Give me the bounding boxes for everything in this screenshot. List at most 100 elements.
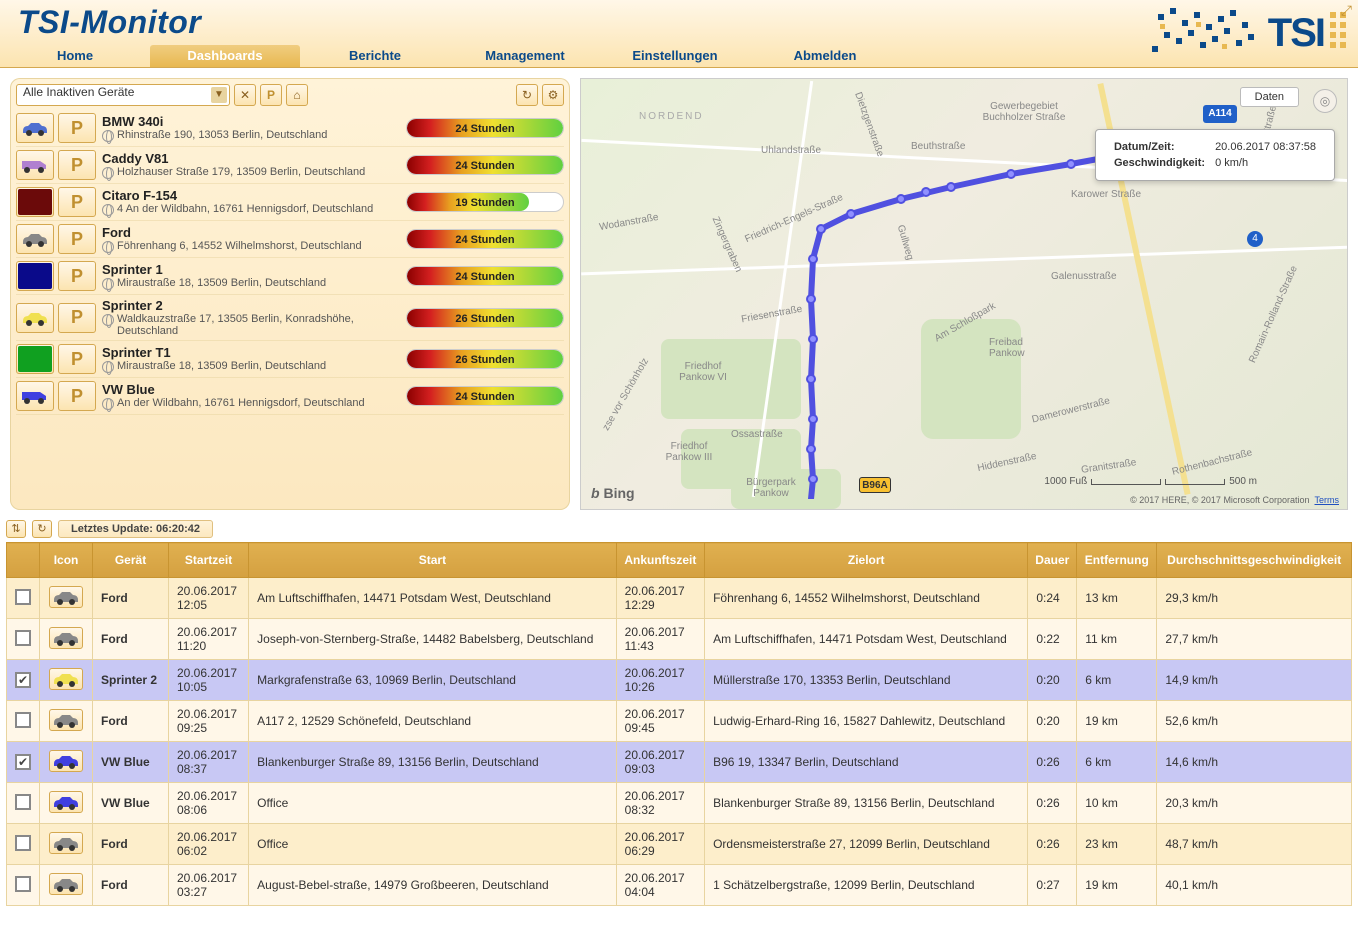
cell-start: Joseph-von-Sternberg-Straße, 14482 Babel… bbox=[249, 619, 616, 660]
col-start[interactable]: Start bbox=[249, 543, 616, 578]
device-filter-select[interactable]: Alle Inaktiven Geräte ▼ bbox=[16, 84, 230, 106]
device-parking-icon[interactable]: P bbox=[58, 187, 96, 217]
device-vehicle-icon[interactable] bbox=[16, 344, 54, 374]
cell-avg-speed: 52,6 km/h bbox=[1157, 701, 1352, 742]
device-status-bar: 24 Stunden bbox=[406, 386, 564, 406]
device-parking-icon[interactable]: P bbox=[58, 150, 96, 180]
row-checkbox[interactable] bbox=[15, 589, 31, 605]
device-row[interactable]: P VW Blue An der Wildbahn, 16761 Hennigs… bbox=[16, 378, 564, 415]
nav-berichte[interactable]: Berichte bbox=[300, 45, 450, 67]
expand-icon[interactable]: ⤢ bbox=[1341, 2, 1352, 19]
device-name: VW Blue bbox=[102, 382, 400, 397]
device-row[interactable]: P Ford Föhrenhang 6, 14552 Wilhelmshorst… bbox=[16, 221, 564, 258]
device-parking-icon[interactable]: P bbox=[58, 381, 96, 411]
col-icon[interactable]: Icon bbox=[40, 543, 93, 578]
road-sign-a114: A114 bbox=[1203, 105, 1237, 123]
device-parking-icon[interactable]: P bbox=[58, 303, 96, 333]
cell-start-time: 20.06.201712:05 bbox=[169, 578, 249, 619]
table-row[interactable]: VW Blue 20.06.201708:06 Office 20.06.201… bbox=[7, 783, 1352, 824]
table-row[interactable]: ✔ Sprinter 2 20.06.201710:05 Markgrafens… bbox=[7, 660, 1352, 701]
device-row[interactable]: P Caddy V81 Holzhauser Straße 179, 13509… bbox=[16, 147, 564, 184]
device-vehicle-icon[interactable] bbox=[16, 187, 54, 217]
device-status-bar: 24 Stunden bbox=[406, 118, 564, 138]
cell-dest: 1 Schätzelbergstraße, 12099 Berlin, Deut… bbox=[705, 865, 1028, 906]
row-checkbox[interactable] bbox=[15, 630, 31, 646]
cell-avg-speed: 27,7 km/h bbox=[1157, 619, 1352, 660]
cell-dest: Blankenburger Straße 89, 13156 Berlin, D… bbox=[705, 783, 1028, 824]
row-vehicle-icon bbox=[49, 627, 83, 649]
cell-start-time: 20.06.201706:02 bbox=[169, 824, 249, 865]
device-vehicle-icon[interactable] bbox=[16, 150, 54, 180]
device-status-bar: 24 Stunden bbox=[406, 266, 564, 286]
sort-button[interactable]: ⇅ bbox=[6, 520, 26, 538]
device-panel: Alle Inaktiven Geräte ▼ ✕ P ⌂ ↻ ⚙ P BMW … bbox=[10, 78, 570, 510]
nav-home[interactable]: Home bbox=[0, 45, 150, 67]
table-row[interactable]: Ford 20.06.201709:25 A117 2, 12529 Schön… bbox=[7, 701, 1352, 742]
row-checkbox[interactable]: ✔ bbox=[15, 672, 31, 688]
cell-start: Office bbox=[249, 783, 616, 824]
col-ankunftszeit[interactable]: Ankunftszeit bbox=[616, 543, 704, 578]
device-vehicle-icon[interactable] bbox=[16, 303, 54, 333]
tool-home-button[interactable]: ⌂ bbox=[286, 84, 308, 106]
trips-table: IconGerätStartzeitStartAnkunftszeitZielo… bbox=[6, 542, 1352, 906]
map-data-button[interactable]: Daten bbox=[1240, 87, 1299, 107]
device-row[interactable]: P Sprinter 1 Miraustraße 18, 13509 Berli… bbox=[16, 258, 564, 295]
refresh-button[interactable]: ↻ bbox=[516, 84, 538, 106]
cell-device: VW Blue bbox=[93, 783, 169, 824]
cell-arrive-time: 20.06.201710:26 bbox=[616, 660, 704, 701]
col-zielort[interactable]: Zielort bbox=[705, 543, 1028, 578]
nav-abmelden[interactable]: Abmelden bbox=[750, 45, 900, 67]
row-checkbox[interactable] bbox=[15, 835, 31, 851]
device-parking-icon[interactable]: P bbox=[58, 113, 96, 143]
cell-arrive-time: 20.06.201708:32 bbox=[616, 783, 704, 824]
device-status-bar: 26 Stunden bbox=[406, 308, 564, 328]
row-checkbox[interactable] bbox=[15, 876, 31, 892]
device-status-text: 24 Stunden bbox=[407, 230, 563, 248]
tool-crosshair-button[interactable]: ✕ bbox=[234, 84, 256, 106]
row-checkbox[interactable]: ✔ bbox=[15, 754, 31, 770]
nav-einstellungen[interactable]: Einstellungen bbox=[600, 45, 750, 67]
cell-start-time: 20.06.201710:05 bbox=[169, 660, 249, 701]
row-vehicle-icon bbox=[49, 709, 83, 731]
device-vehicle-icon[interactable] bbox=[16, 261, 54, 291]
device-address: An der Wildbahn, 16761 Hennigsdorf, Deut… bbox=[102, 397, 400, 410]
table-row[interactable]: Ford 20.06.201712:05 Am Luftschiffhafen,… bbox=[7, 578, 1352, 619]
cell-device: Ford bbox=[93, 578, 169, 619]
logo-text: TSI bbox=[1268, 11, 1324, 56]
refresh-table-button[interactable]: ↻ bbox=[32, 520, 52, 538]
col-gerät[interactable]: Gerät bbox=[93, 543, 169, 578]
cell-start-time: 20.06.201709:25 bbox=[169, 701, 249, 742]
settings-button[interactable]: ⚙ bbox=[542, 84, 564, 106]
device-vehicle-icon[interactable] bbox=[16, 224, 54, 254]
map-panel[interactable]: NORDEND Gewerbegebiet Buchholzer Straße … bbox=[580, 78, 1348, 510]
table-row[interactable]: ✔ VW Blue 20.06.201708:37 Blankenburger … bbox=[7, 742, 1352, 783]
cell-avg-speed: 40,1 km/h bbox=[1157, 865, 1352, 906]
device-status-bar: 24 Stunden bbox=[406, 229, 564, 249]
device-row[interactable]: P Sprinter T1 Miraustraße 18, 13509 Berl… bbox=[16, 341, 564, 378]
device-row[interactable]: P Sprinter 2 Waldkauzstraße 17, 13505 Be… bbox=[16, 295, 564, 341]
device-vehicle-icon[interactable] bbox=[16, 381, 54, 411]
col-dauer[interactable]: Dauer bbox=[1028, 543, 1077, 578]
map-attribution: © 2017 HERE, © 2017 Microsoft Corporatio… bbox=[1130, 495, 1339, 505]
row-vehicle-icon bbox=[49, 791, 83, 813]
tool-parking-button[interactable]: P bbox=[260, 84, 282, 106]
nav-management[interactable]: Management bbox=[450, 45, 600, 67]
nav-dashboards[interactable]: Dashboards bbox=[150, 45, 300, 67]
table-row[interactable]: Ford 20.06.201703:27 August-Bebel-straße… bbox=[7, 865, 1352, 906]
terms-link[interactable]: Terms bbox=[1315, 495, 1340, 505]
table-row[interactable]: Ford 20.06.201711:20 Joseph-von-Sternber… bbox=[7, 619, 1352, 660]
locate-icon[interactable]: ◎ bbox=[1313, 89, 1337, 113]
row-checkbox[interactable] bbox=[15, 794, 31, 810]
device-row[interactable]: P BMW 340i Rhinstraße 190, 13053 Berlin,… bbox=[16, 110, 564, 147]
table-row[interactable]: Ford 20.06.201706:02 Office 20.06.201706… bbox=[7, 824, 1352, 865]
device-status-text: 26 Stunden bbox=[407, 350, 563, 368]
device-parking-icon[interactable]: P bbox=[58, 344, 96, 374]
row-checkbox[interactable] bbox=[15, 712, 31, 728]
col-startzeit[interactable]: Startzeit bbox=[169, 543, 249, 578]
col-entfernung[interactable]: Entfernung bbox=[1077, 543, 1157, 578]
device-vehicle-icon[interactable] bbox=[16, 113, 54, 143]
device-parking-icon[interactable]: P bbox=[58, 261, 96, 291]
device-row[interactable]: P Citaro F-154 4 An der Wildbahn, 16761 … bbox=[16, 184, 564, 221]
device-parking-icon[interactable]: P bbox=[58, 224, 96, 254]
col-durchschnittsgeschwindigkeit[interactable]: Durchschnittsgeschwindigkeit bbox=[1157, 543, 1352, 578]
